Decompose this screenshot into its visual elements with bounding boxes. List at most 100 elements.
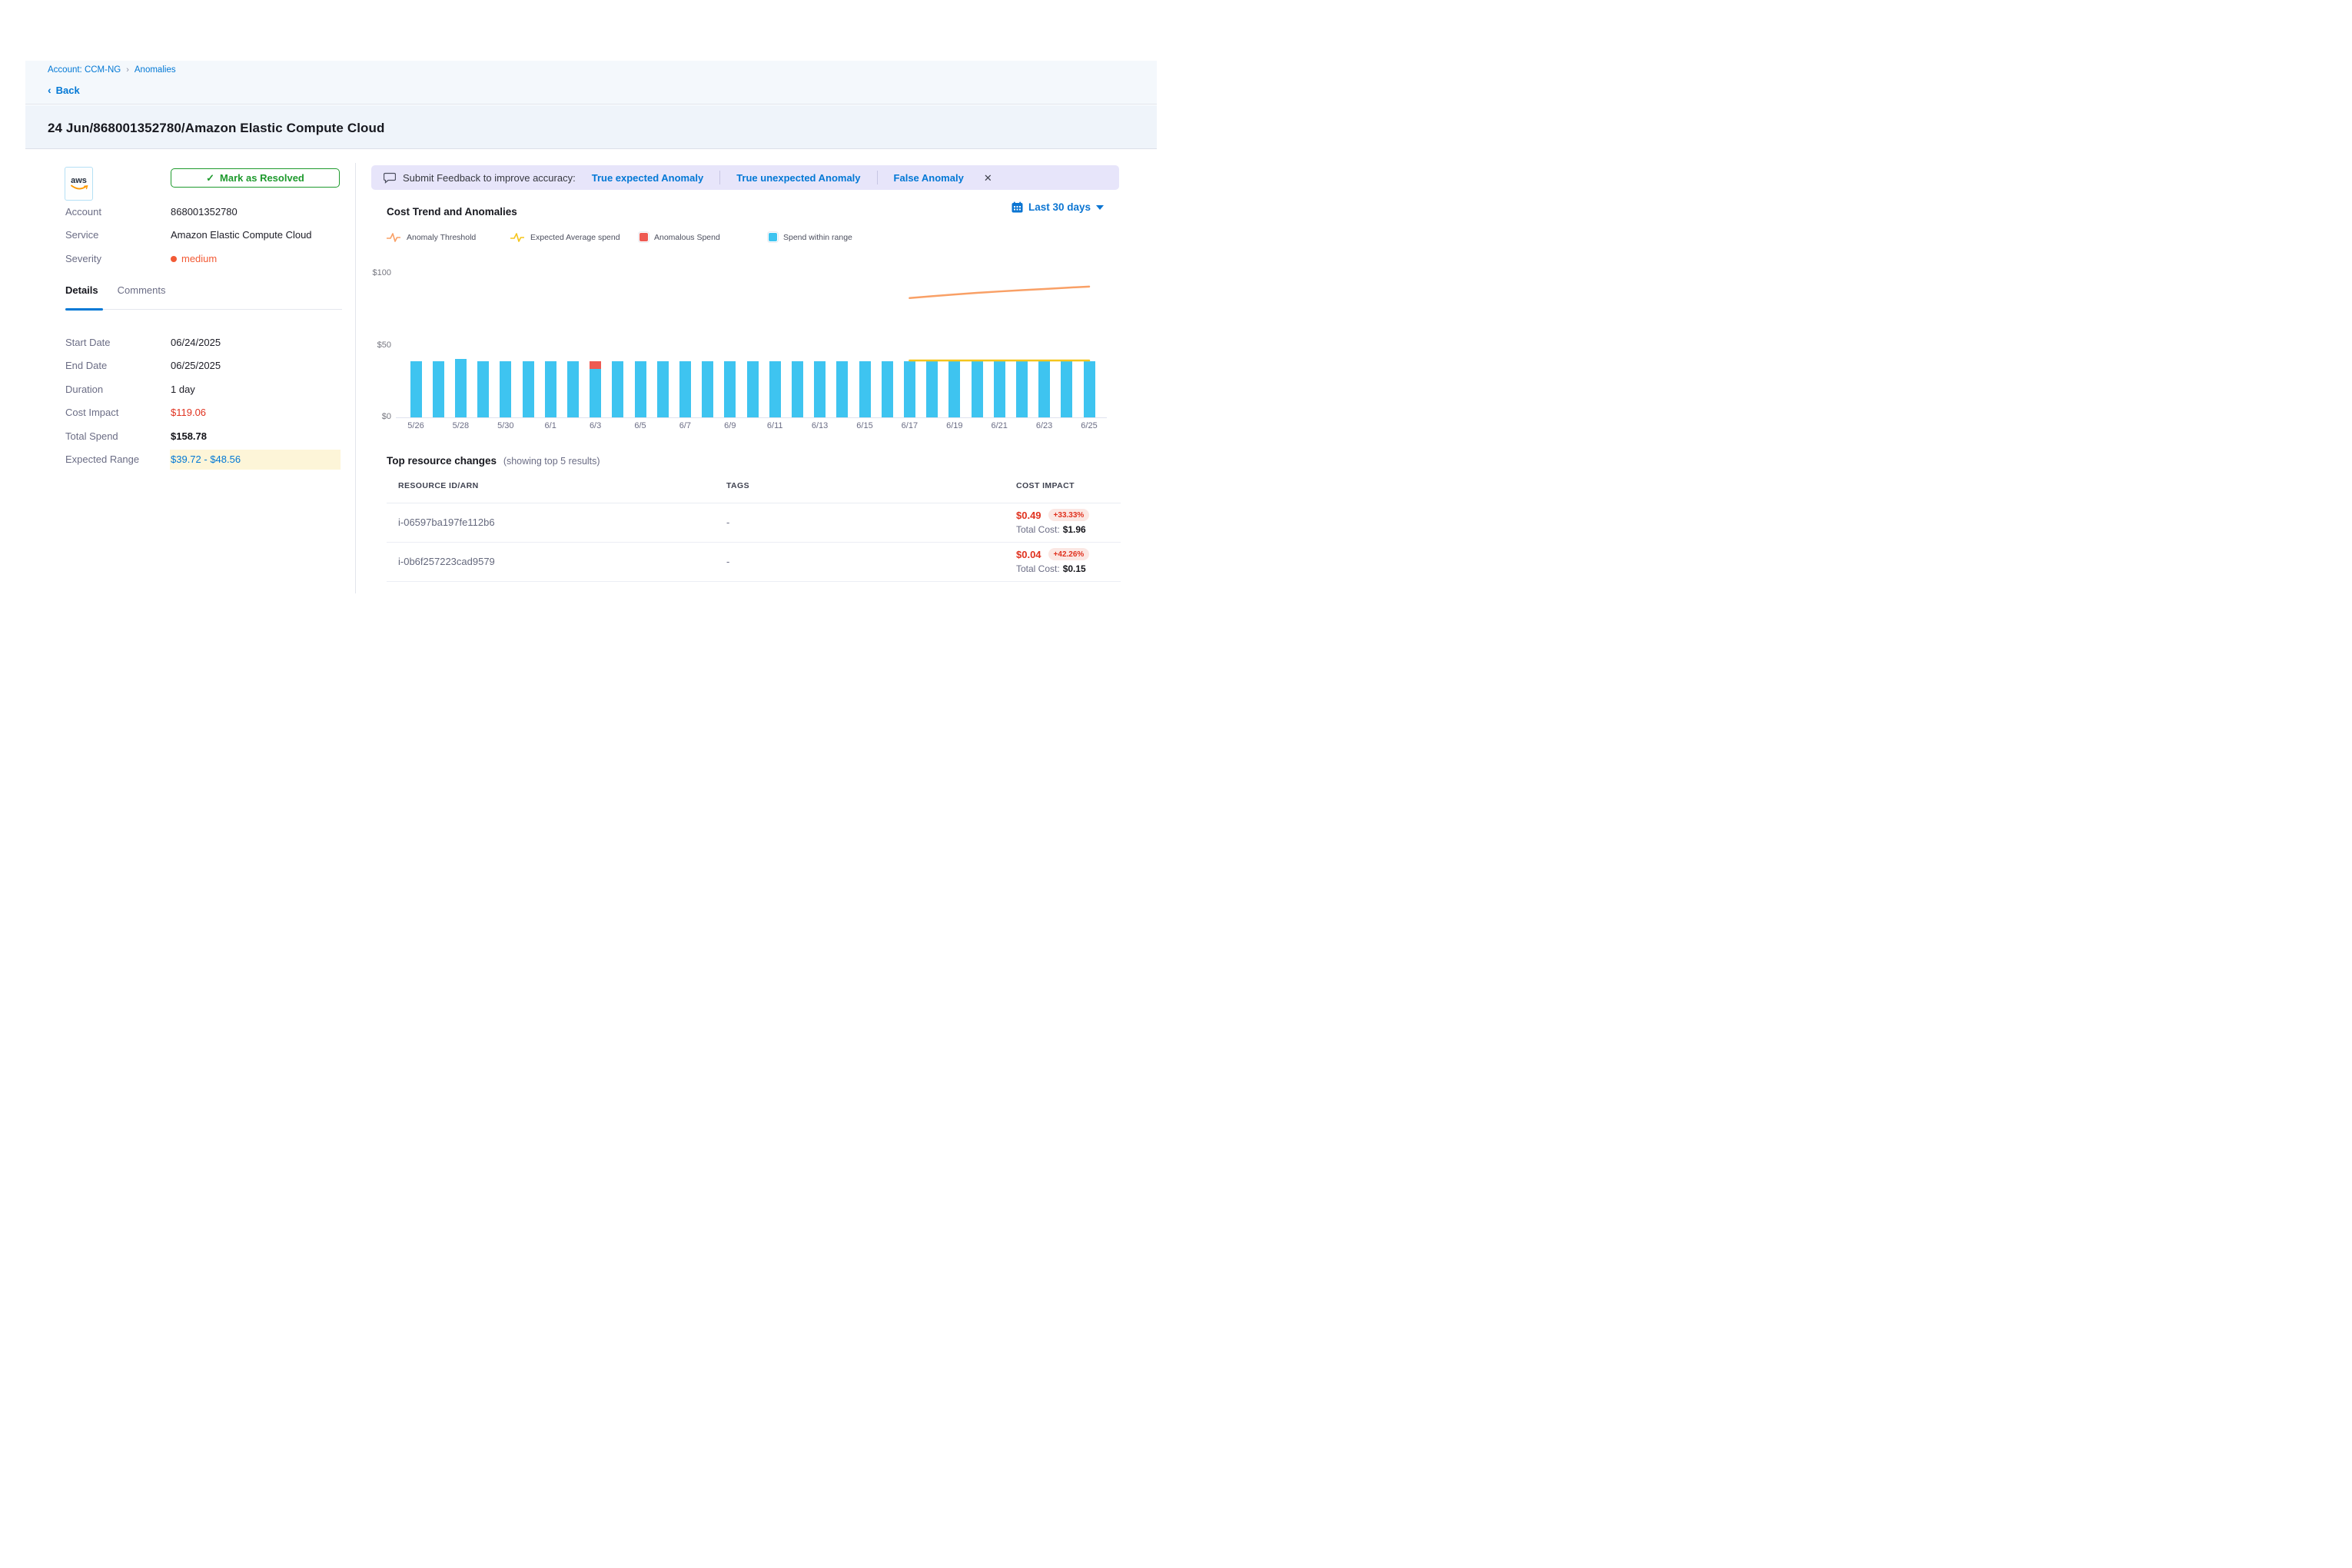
check-icon: ✓	[206, 172, 214, 184]
bar-6/13[interactable]	[814, 361, 826, 417]
breadcrumb: Account: CCM-NG › Anomalies	[48, 65, 176, 75]
x-tick-label: 6/1	[533, 421, 567, 430]
bar-5/26[interactable]	[410, 361, 422, 417]
feedback-option-2[interactable]: True unexpected Anomaly	[736, 172, 860, 184]
detail-field-row: Cost Impact$119.06	[65, 401, 342, 425]
bar-6/1[interactable]	[545, 361, 556, 417]
cost-trend-chart: $0$50$100 5/265/285/306/16/36/56/76/96/1…	[371, 261, 1119, 446]
header-band: Account: CCM-NG › Anomalies ‹ Back	[25, 61, 1157, 105]
feedback-options: True expected Anomaly True unexpected Ano…	[576, 171, 964, 184]
cost-impact-cell: $0.04+42.26%Total Cost:$0.15	[1016, 546, 1089, 574]
field-label: Total Spend	[65, 430, 171, 442]
panel-divider	[355, 163, 356, 593]
feedback-option-1[interactable]: True expected Anomaly	[592, 172, 703, 184]
spend-segment	[926, 361, 938, 417]
legend-label: Expected Average spend	[530, 233, 620, 242]
tab-comments[interactable]: Comments	[118, 284, 166, 306]
column-header-tags: TAGS	[726, 481, 749, 490]
spend-segment	[477, 361, 489, 417]
bar-6/23[interactable]	[1038, 361, 1050, 417]
spend-segment	[433, 361, 444, 417]
feedback-option-3[interactable]: False Anomaly	[894, 172, 964, 184]
field-label: End Date	[65, 360, 171, 371]
spend-segment	[635, 361, 646, 417]
cost-impact-amount: $0.49	[1016, 510, 1041, 521]
legend-label: Anomaly Threshold	[407, 233, 476, 242]
field-label: Severity	[65, 253, 171, 264]
bar-5/31[interactable]	[523, 361, 534, 417]
breadcrumb-anomalies-link[interactable]: Anomalies	[135, 65, 176, 75]
cost-impact-cell: $0.49+33.33%Total Cost:$1.96	[1016, 507, 1089, 535]
field-label: Service	[65, 229, 171, 241]
bar-6/4[interactable]	[612, 361, 623, 417]
bar-6/6[interactable]	[657, 361, 669, 417]
bar-6/10[interactable]	[747, 361, 759, 417]
bar-6/25[interactable]	[1084, 361, 1095, 417]
summary-field-row: Severitymedium	[65, 247, 342, 271]
legend-label: Anomalous Spend	[654, 233, 720, 242]
top-resource-changes-table: Top resource changes (showing top 5 resu…	[387, 455, 1121, 582]
details-tabs: Details Comments	[65, 284, 342, 306]
back-button[interactable]: ‹ Back	[48, 84, 80, 96]
spend-segment	[523, 361, 534, 417]
x-tick-label: 5/28	[443, 421, 477, 430]
date-range-selector[interactable]: Last 30 days	[1012, 201, 1104, 213]
bar-6/12[interactable]	[792, 361, 803, 417]
mark-as-resolved-button[interactable]: ✓ Mark as Resolved	[171, 168, 340, 188]
bar-6/14[interactable]	[836, 361, 848, 417]
legend-swatch-icon	[639, 232, 649, 242]
field-value: 868001352780	[171, 206, 238, 218]
page-title: 24 Jun/868001352780/Amazon Elastic Compu…	[48, 121, 384, 136]
legend-line-icon	[386, 232, 401, 243]
bar-6/22[interactable]	[1016, 361, 1028, 417]
bar-5/27[interactable]	[433, 361, 444, 417]
detail-field-row: Start Date06/24/2025	[65, 331, 342, 354]
spend-segment	[612, 361, 623, 417]
bar-6/3[interactable]	[590, 361, 601, 417]
title-band: 24 Jun/868001352780/Amazon Elastic Compu…	[25, 105, 1157, 149]
bar-6/2[interactable]	[567, 361, 579, 417]
feedback-prompt: Submit Feedback to improve accuracy:	[403, 172, 576, 184]
bar-6/18[interactable]	[926, 361, 938, 417]
severity-dot-icon	[171, 256, 177, 262]
bar-5/30[interactable]	[500, 361, 511, 417]
bar-6/21[interactable]	[994, 361, 1005, 417]
back-label: Back	[56, 85, 80, 96]
bar-6/17[interactable]	[904, 361, 915, 417]
feedback-bar: Submit Feedback to improve accuracy: Tru…	[371, 165, 1119, 190]
bar-6/20[interactable]	[972, 361, 983, 417]
spend-segment	[859, 361, 871, 417]
anomaly-details-panel: aws ✓ Mark as Resolved Account8680013527…	[32, 161, 355, 592]
legend-label: Spend within range	[783, 233, 852, 242]
bar-6/19[interactable]	[948, 361, 960, 417]
table-row[interactable]: i-0b6f257223cad9579-$0.04+42.26%Total Co…	[387, 543, 1121, 582]
bar-6/15[interactable]	[859, 361, 871, 417]
bar-6/9[interactable]	[724, 361, 736, 417]
table-row[interactable]: i-06597ba197fe112b6-$0.49+33.33%Total Co…	[387, 503, 1121, 543]
spend-segment	[948, 361, 960, 417]
bar-6/16[interactable]	[882, 361, 893, 417]
bar-6/24[interactable]	[1061, 361, 1072, 417]
field-label: Expected Range	[65, 453, 171, 465]
spend-segment	[545, 361, 556, 417]
x-tick-label: 6/15	[848, 421, 882, 430]
spend-segment	[836, 361, 848, 417]
legend-swatch-icon	[768, 232, 778, 242]
chart-title: Cost Trend and Anomalies	[387, 206, 517, 218]
detail-fields: Start Date06/24/2025End Date06/25/2025Du…	[65, 331, 342, 471]
bar-6/8[interactable]	[702, 361, 713, 417]
column-header-cost-impact: COST IMPACT	[1016, 481, 1075, 490]
bar-6/7[interactable]	[679, 361, 691, 417]
bar-5/28[interactable]	[455, 359, 467, 417]
field-label: Cost Impact	[65, 407, 171, 418]
anomalous-spend-segment	[590, 361, 601, 369]
tab-details[interactable]: Details	[65, 284, 98, 306]
bar-6/5[interactable]	[635, 361, 646, 417]
close-icon[interactable]: ✕	[984, 173, 992, 183]
feedback-divider	[877, 171, 878, 184]
table-title: Top resource changes	[387, 455, 497, 467]
bar-5/29[interactable]	[477, 361, 489, 417]
breadcrumb-account-link[interactable]: Account: CCM-NG	[48, 65, 121, 75]
bar-series	[410, 261, 1102, 417]
bar-6/11[interactable]	[769, 361, 781, 417]
